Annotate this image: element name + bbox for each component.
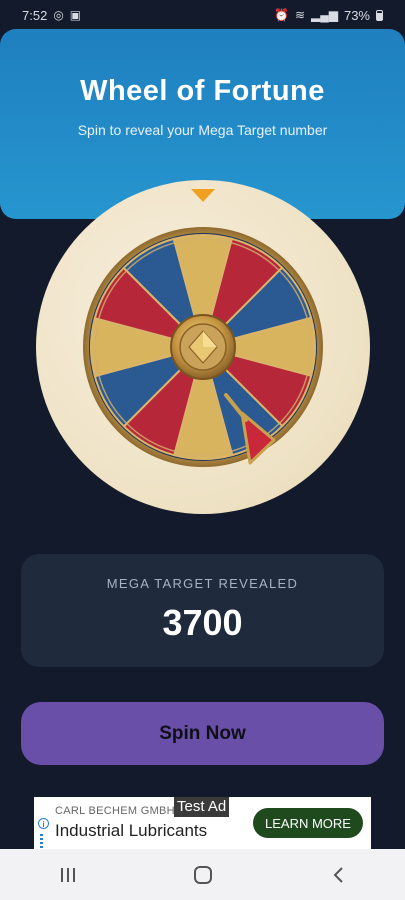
ad-company: CARL BECHEM GMBH — [55, 805, 175, 817]
status-left: 7:52 ◎ ▣ — [22, 8, 81, 23]
back-icon[interactable] — [318, 855, 358, 895]
battery-icon — [376, 9, 383, 21]
ad-info-icon[interactable]: i — [38, 818, 49, 829]
recent-apps-icon[interactable] — [48, 855, 88, 895]
ad-banner[interactable]: i CARL BECHEM GMBH Industrial Lubricants… — [34, 797, 371, 849]
status-right: ⏰ ≋ ▂▄▆ 73% — [274, 8, 383, 23]
image-icon: ▣ — [69, 8, 82, 22]
result-value: 3700 — [162, 602, 243, 643]
result-label: MEGA TARGET REVEALED — [106, 576, 299, 591]
system-nav-bar — [0, 849, 405, 900]
wifi-icon: ≋ — [294, 8, 305, 22]
learn-more-button[interactable]: LEARN MORE — [253, 808, 363, 838]
status-time: 7:52 — [22, 7, 48, 23]
wheel-pointer-icon — [191, 189, 215, 202]
home-icon[interactable] — [183, 855, 223, 895]
ad-choices-icon — [40, 834, 43, 848]
page-title: Wheel of Fortune — [80, 75, 325, 107]
ad-product: Industrial Lubricants — [55, 821, 208, 840]
whatsapp-icon: ◎ — [53, 8, 64, 22]
page-subtitle: Spin to reveal your Mega Target number — [77, 122, 328, 138]
ad-tag: Test Ad — [174, 797, 230, 817]
battery-percent: 73% — [343, 7, 370, 23]
result-card: MEGA TARGET REVEALED 3700 — [21, 554, 384, 667]
status-bar: 7:52 ◎ ▣ ⏰ ≋ ▂▄▆ 73% — [0, 0, 405, 30]
alarm-icon: ⏰ — [273, 8, 289, 22]
fortune-wheel[interactable] — [36, 180, 370, 514]
signal-icon: ▂▄▆ — [311, 8, 338, 22]
spin-now-button[interactable]: Spin Now — [21, 702, 384, 765]
